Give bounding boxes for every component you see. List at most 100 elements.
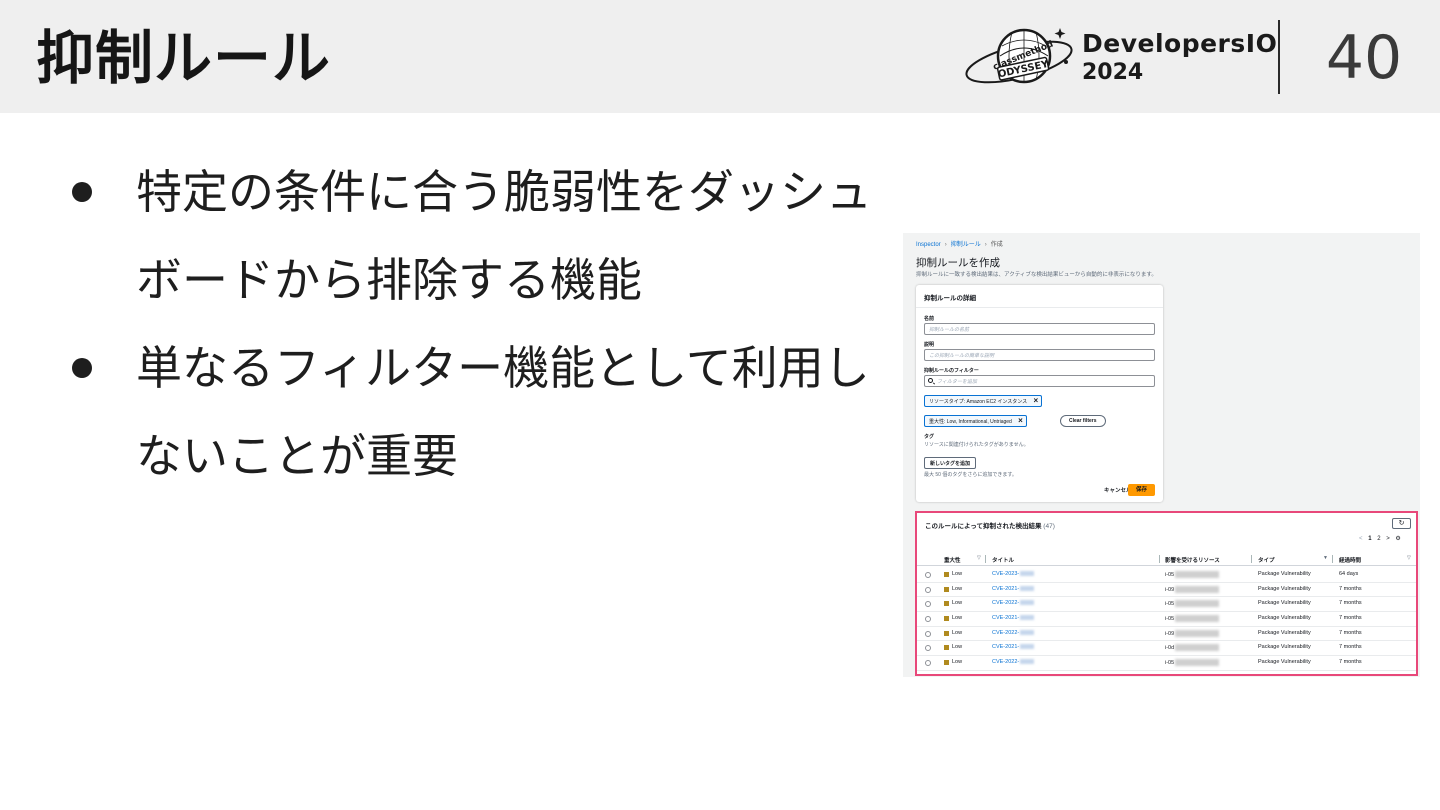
col-age[interactable]: 経過時間 <box>1339 556 1361 564</box>
close-icon[interactable]: × <box>1034 396 1039 406</box>
next-page-button[interactable]: > <box>1386 536 1390 542</box>
resource-cell: i-09 <box>1165 629 1220 637</box>
table-header: 重大性 ▽ タイトル 影響を受けるリソース タイプ ▼ 経過時間 ▽ <box>917 553 1416 566</box>
col-title[interactable]: タイトル <box>992 556 1014 564</box>
add-tag-button[interactable]: 新しいタグを追加 <box>924 457 977 469</box>
suppressed-findings-panel: このルールによって抑制された検出結果 (47) ↻ < 1 2 > ⚙ 重大性 … <box>915 511 1418 676</box>
row-radio[interactable] <box>925 645 931 652</box>
col-severity[interactable]: 重大性 <box>944 556 961 564</box>
refresh-icon: ↻ <box>1398 520 1405 527</box>
row-radio[interactable] <box>925 616 931 623</box>
resource-cell: i-05 <box>1165 615 1220 623</box>
cve-link[interactable]: CVE-2021- <box>992 615 1035 622</box>
cve-link[interactable]: CVE-2023- <box>992 571 1035 577</box>
severity-cell: Low <box>952 644 963 651</box>
description-input[interactable]: この抑制ルールの簡単な説明 <box>924 349 1155 361</box>
name-input[interactable]: 抑制ルールの名前 <box>924 323 1155 335</box>
column-divider <box>1332 555 1333 563</box>
settings-gear-icon[interactable]: ⚙ <box>1395 536 1400 542</box>
bullet-item: 単なるフィルター機能として利用しないことが重要 <box>70 324 890 500</box>
breadcrumb-create: 作成 <box>990 242 1003 248</box>
name-label: 名前 <box>924 316 935 322</box>
page-1-button[interactable]: 1 <box>1368 536 1371 542</box>
row-radio[interactable] <box>925 572 931 578</box>
sort-icon[interactable]: ▽ <box>1407 555 1411 561</box>
cve-link[interactable]: CVE-2022- <box>992 630 1035 636</box>
rule-details-panel: 抑制ルールの詳細 名前 抑制ルールの名前 説明 この抑制ルールの簡単な説明 抑制… <box>916 285 1163 502</box>
type-cell: Package Vulnerability <box>1258 659 1311 666</box>
severity-cell: Low <box>952 600 963 607</box>
resource-id: i-05 <box>1165 616 1175 623</box>
severity-cell: Low <box>952 571 963 577</box>
filter-search-input[interactable]: フィルターを追加 <box>924 375 1155 387</box>
findings-table-body: Low CVE-2023- i-05 Package Vulnerability 64 … <box>917 568 1416 671</box>
resource-cell: i-09 <box>1165 585 1220 593</box>
age-cell: 7 months <box>1339 615 1362 622</box>
cve-link[interactable]: CVE-2022- <box>992 600 1035 606</box>
search-icon <box>928 378 933 383</box>
redacted-text <box>1175 585 1220 593</box>
header-divider <box>1278 20 1280 94</box>
redacted-text <box>1020 659 1035 665</box>
cve-link[interactable]: CVE-2021- <box>992 585 1035 592</box>
table-row: Low CVE-2022- i-05 Package Vulnerability 7 m… <box>917 597 1416 613</box>
pagination: < 1 2 > ⚙ <box>1357 535 1403 542</box>
table-row: Low CVE-2022- i-09 Package Vulnerability 7 m… <box>917 627 1416 642</box>
cve-text: CVE-2021- <box>992 644 1020 651</box>
type-cell: Package Vulnerability <box>1258 629 1311 636</box>
age-cell: 7 months <box>1339 629 1362 636</box>
results-title-text: このルールによって抑制された検出結果 <box>925 523 1042 530</box>
chevron-right-icon: › <box>944 242 947 248</box>
cve-text: CVE-2021- <box>992 615 1020 622</box>
redacted-text <box>1020 585 1035 591</box>
filter-token-resource-type: リソースタイプ: Amazon EC2 インスタンス × <box>924 395 1043 407</box>
age-cell: 7 months <box>1339 600 1362 607</box>
results-count: (47) <box>1043 523 1055 530</box>
age-cell: 64 days <box>1339 571 1359 577</box>
tags-label: タグ <box>924 434 935 440</box>
row-radio[interactable] <box>925 586 931 593</box>
refresh-button[interactable]: ↻ <box>1392 518 1411 529</box>
redacted-text <box>1175 659 1220 667</box>
table-row: Low CVE-2021- i-05 Package Vulnerability 7 m… <box>917 612 1416 627</box>
col-affected-resource[interactable]: 影響を受けるリソース <box>1165 556 1220 564</box>
col-type[interactable]: タイプ <box>1258 556 1275 564</box>
save-button[interactable]: 保存 <box>1128 484 1155 496</box>
cve-link[interactable]: CVE-2022- <box>992 659 1035 666</box>
row-radio[interactable] <box>925 660 931 667</box>
resource-cell: i-05 <box>1165 571 1220 578</box>
slide-header: 抑制ルール classmethod ODYSSEY DevelopersIO 2… <box>0 0 1440 113</box>
redacted-text <box>1175 571 1220 578</box>
prev-page-button[interactable]: < <box>1359 536 1363 542</box>
row-radio[interactable] <box>925 601 931 608</box>
age-cell: 7 months <box>1339 659 1362 666</box>
resource-id: i-05 <box>1165 601 1175 608</box>
severity-low-icon <box>944 630 949 636</box>
resource-id: i-05 <box>1165 571 1175 578</box>
cve-link[interactable]: CVE-2021- <box>992 644 1035 651</box>
severity-low-icon <box>944 572 949 577</box>
divider <box>916 307 1163 308</box>
close-icon[interactable]: × <box>1018 416 1023 426</box>
clear-filters-button[interactable]: Clear filters <box>1060 415 1106 427</box>
breadcrumb: Inspector › 抑制ルール › 作成 <box>916 239 1003 248</box>
inspector-screenshot: Inspector › 抑制ルール › 作成 抑制ルールを作成 抑制ルールに一致する検出… <box>903 233 1420 677</box>
table-row: Low CVE-2021- i-0d Package Vulnerability 7 m… <box>917 641 1416 657</box>
breadcrumb-suppression-rules[interactable]: 抑制ルール <box>951 242 981 248</box>
table-row: Low CVE-2021- i-09 Package Vulnerability 7 m… <box>917 583 1416 598</box>
slide-title: 抑制ルール <box>36 24 332 92</box>
cve-text: CVE-2022- <box>992 659 1020 666</box>
column-divider <box>1159 555 1160 563</box>
sort-desc-icon[interactable]: ▼ <box>1323 555 1328 561</box>
row-radio[interactable] <box>925 630 931 637</box>
filter-placeholder: フィルターを追加 <box>937 379 977 385</box>
breadcrumb-inspector[interactable]: Inspector <box>916 242 941 248</box>
chevron-right-icon: › <box>984 242 987 248</box>
bullet-list: 特定の条件に合う脆弱性をダッシュボードから排除する機能 単なるフィルター機能とし… <box>70 148 890 500</box>
sort-icon[interactable]: ▽ <box>977 555 981 561</box>
page-2-button[interactable]: 2 <box>1377 536 1380 542</box>
classmethod-odyssey-logo: classmethod ODYSSEY <box>965 28 1073 84</box>
severity-cell: Low <box>952 585 963 592</box>
resource-id: i-0d <box>1165 645 1175 652</box>
severity-low-icon <box>944 660 949 666</box>
